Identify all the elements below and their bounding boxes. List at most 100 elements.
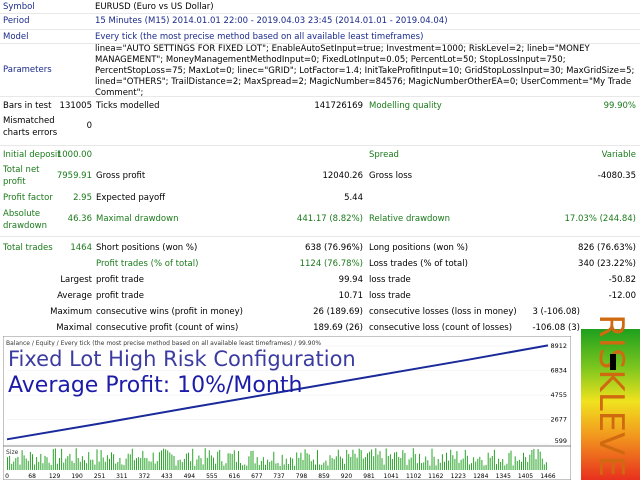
size-bar [38, 461, 40, 470]
x-tick-label: 737 [273, 473, 285, 480]
x-tick-label: 1345 [496, 473, 511, 480]
size-bar [46, 457, 48, 470]
size-bar [163, 448, 165, 470]
parameters-label: Parameters [3, 65, 52, 75]
size-bar [167, 450, 169, 470]
size-bar [98, 461, 100, 470]
payoff-value: 5.44 [344, 193, 363, 203]
size-bar [171, 454, 173, 470]
maxdd-label: Maximal drawdown [96, 214, 179, 224]
size-bar [190, 461, 192, 470]
grossloss-label: Gross loss [369, 171, 413, 181]
size-bar [487, 452, 489, 470]
size-bar [248, 456, 250, 470]
period-label: Period [3, 16, 30, 26]
parameters-value: linea="AUTO SETTINGS FOR FIXED LOT"; Ena… [95, 44, 635, 98]
netprofit-value: 7959.91 [56, 171, 92, 181]
deposit-value: 1000.00 [56, 150, 92, 160]
symbol-label: Symbol [3, 2, 35, 12]
profit-trades-value: 1124 (76.78%) [299, 259, 363, 269]
size-bar [281, 454, 283, 470]
size-bar [510, 450, 512, 470]
size-bar [389, 454, 391, 470]
size-bar [265, 464, 266, 470]
size-bar [531, 450, 533, 470]
mx-cl-label: consecutive loss (count of losses) [369, 323, 513, 333]
x-tick-label: 251 [94, 473, 106, 480]
size-bar [287, 464, 289, 470]
size-bar [427, 460, 429, 470]
size-bar [350, 457, 352, 470]
size-bar [142, 450, 144, 470]
size-bar [545, 462, 547, 470]
size-bar [400, 458, 402, 470]
size-bar [489, 457, 491, 470]
long-label: Long positions (won %) [369, 243, 469, 253]
size-bar [17, 456, 19, 470]
size-bar [40, 453, 42, 470]
size-bar [154, 463, 156, 470]
size-bar [304, 449, 306, 470]
size-bar [525, 457, 527, 470]
size-bar [462, 458, 464, 470]
x-tick-label: 981 [363, 473, 375, 480]
grossloss-value: -4080.35 [597, 171, 636, 181]
risk-level-label: RISKLEVEL [581, 314, 640, 480]
size-bar [129, 454, 131, 470]
size-bar [136, 458, 137, 470]
largest-label: Largest [60, 275, 92, 285]
size-bar [161, 450, 162, 470]
y-tick-label: 599 [555, 437, 567, 445]
size-bar [441, 454, 443, 470]
spread-value: Variable [601, 150, 636, 160]
profit-trades-label: Profit trades (% of total) [96, 259, 199, 269]
size-bar [183, 458, 185, 470]
size-bar [11, 463, 13, 470]
max-cw-label: consecutive wins (profit in money) [96, 307, 243, 317]
size-bar [79, 461, 81, 470]
quality-value: 99.90% [603, 101, 636, 111]
average-pt-label: profit trade [96, 291, 144, 301]
maximum-label: Maximum [50, 307, 92, 317]
size-bar [102, 457, 104, 470]
spread-label: Spread [369, 150, 399, 160]
size-bar [408, 459, 410, 470]
largest-lt-value: -50.82 [608, 275, 636, 285]
size-bar [213, 457, 214, 470]
size-bar [371, 449, 373, 470]
size-bar [217, 451, 219, 470]
size-bar [364, 457, 366, 470]
size-bar [483, 465, 485, 470]
size-bar [32, 454, 33, 470]
size-bar [331, 458, 333, 470]
max-cl-label: consecutive losses (loss in money) [369, 307, 517, 317]
size-bar [493, 449, 495, 470]
size-bar [204, 448, 206, 470]
ticks-label: Ticks modelled [96, 101, 160, 111]
size-bar [539, 451, 541, 470]
size-bar [448, 460, 450, 470]
size-bar [260, 461, 262, 470]
size-bar [468, 464, 470, 470]
size-bar [29, 451, 31, 470]
size-bar [516, 461, 518, 470]
size-bar [523, 452, 524, 470]
short-value: 638 (76.96%) [305, 243, 363, 253]
x-tick-label: 555 [206, 473, 218, 480]
x-tick-label: 1284 [473, 473, 488, 480]
size-bar [319, 464, 321, 470]
size-bar [410, 457, 412, 470]
size-bar [27, 460, 29, 470]
size-bar [179, 459, 181, 470]
size-bar [200, 458, 202, 470]
size-bar [94, 464, 96, 470]
size-bar [423, 462, 425, 470]
size-bar [398, 457, 400, 470]
size-bar [302, 459, 304, 470]
bars-value: 131005 [59, 101, 92, 111]
size-bar [165, 449, 167, 470]
size-bar [496, 464, 497, 470]
size-bar [254, 463, 256, 470]
size-bar [369, 451, 371, 470]
size-bar [275, 463, 277, 470]
